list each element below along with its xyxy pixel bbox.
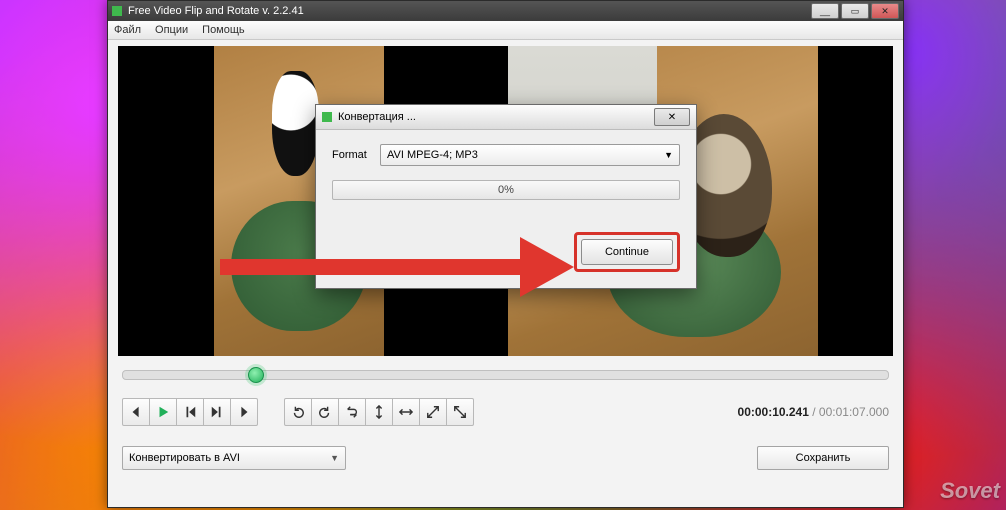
progress-value: 0% [498, 184, 514, 196]
flip-diagonal-1-button[interactable] [419, 398, 447, 426]
playback-controls [122, 398, 258, 426]
dialog-title: Конвертация ... [338, 111, 654, 123]
flip-vertical-button[interactable] [365, 398, 393, 426]
maximize-button[interactable]: ▭ [841, 3, 869, 19]
app-title: Free Video Flip and Rotate v. 2.2.41 [128, 5, 811, 17]
menu-file[interactable]: Файл [114, 24, 141, 36]
step-back-button[interactable] [176, 398, 204, 426]
chevron-down-icon: ▼ [330, 453, 339, 463]
chevron-down-icon: ▼ [664, 150, 673, 160]
next-button[interactable] [230, 398, 258, 426]
menu-help[interactable]: Помощь [202, 24, 245, 36]
output-format-value: Конвертировать в AVI [129, 452, 240, 464]
format-select-value: AVI MPEG-4; MP3 [387, 149, 478, 161]
minimize-button[interactable]: __ [811, 3, 839, 19]
save-button[interactable]: Сохранить [757, 446, 889, 470]
rotate-flip-controls [284, 398, 474, 426]
title-bar[interactable]: Free Video Flip and Rotate v. 2.2.41 __ … [108, 1, 903, 21]
prev-button[interactable] [122, 398, 150, 426]
timeline-thumb[interactable] [248, 367, 264, 383]
play-button[interactable] [149, 398, 177, 426]
menu-bar: Файл Опции Помощь [108, 21, 903, 40]
timecode-duration: 00:01:07.000 [819, 405, 889, 419]
flip-diagonal-2-button[interactable] [446, 398, 474, 426]
timecode-current: 00:00:10.241 [738, 405, 809, 419]
output-format-combo[interactable]: Конвертировать в AVI ▼ [122, 446, 346, 470]
format-label: Format [332, 149, 380, 161]
app-icon [112, 6, 122, 16]
timecode: 00:00:10.241 / 00:01:07.000 [738, 405, 889, 419]
highlight-annotation: Continue [574, 232, 680, 272]
menu-options[interactable]: Опции [155, 24, 188, 36]
timeline-slider[interactable] [122, 370, 889, 380]
conversion-dialog: Конвертация ... ✕ Format AVI MPEG-4; MP3… [315, 104, 697, 289]
rotate-180-button[interactable] [338, 398, 366, 426]
progress-bar: 0% [332, 180, 680, 200]
dialog-close-button[interactable]: ✕ [654, 108, 690, 126]
rotate-ccw-button[interactable] [284, 398, 312, 426]
step-forward-button[interactable] [203, 398, 231, 426]
flip-horizontal-button[interactable] [392, 398, 420, 426]
app-window: Free Video Flip and Rotate v. 2.2.41 __ … [107, 0, 904, 508]
dialog-app-icon [322, 112, 332, 122]
format-select[interactable]: AVI MPEG-4; MP3 ▼ [380, 144, 680, 166]
continue-button[interactable]: Continue [581, 239, 673, 265]
rotate-cw-button[interactable] [311, 398, 339, 426]
dialog-title-bar[interactable]: Конвертация ... ✕ [316, 105, 696, 130]
close-button[interactable]: ✕ [871, 3, 899, 19]
